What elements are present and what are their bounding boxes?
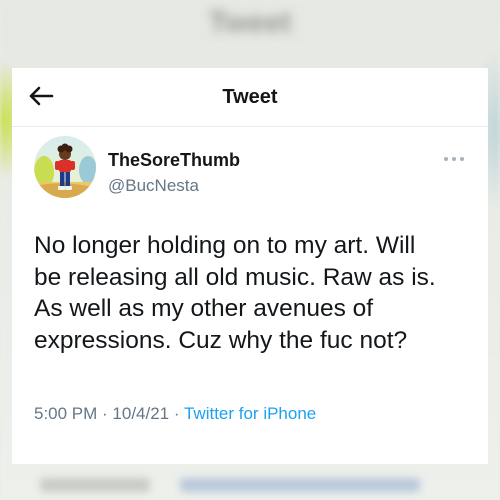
page-title: Tweet (222, 86, 278, 108)
header-divider (12, 126, 488, 127)
author-handle[interactable]: @BucNesta (108, 176, 199, 196)
more-horizontal-icon (460, 157, 464, 161)
tweet-card: Tweet TheSoreThumb @BucNesta No longer h… (12, 68, 488, 464)
avatar[interactable] (34, 136, 96, 198)
meta-separator: · (169, 404, 184, 423)
avatar-illustration (34, 136, 96, 198)
more-options-button[interactable] (444, 154, 466, 164)
tweet-date: 10/4/21 (112, 404, 170, 423)
blurred-bar (40, 478, 150, 492)
blurred-background-bottom (0, 470, 500, 500)
blurred-background-title: Tweet (208, 6, 292, 39)
tweet-source-link[interactable]: Twitter for iPhone (184, 404, 316, 423)
meta-separator: · (97, 404, 113, 423)
author-display-name[interactable]: TheSoreThumb (108, 150, 240, 171)
more-horizontal-icon (452, 157, 456, 161)
tweet-text: No longer holding on to my art. Will be … (34, 232, 436, 354)
blurred-bar (180, 478, 420, 492)
tweet-meta: 5:00 PM · 10/4/21 · Twitter for iPhone (34, 404, 316, 424)
more-horizontal-icon (444, 157, 448, 161)
tweet-time: 5:00 PM (34, 404, 98, 423)
